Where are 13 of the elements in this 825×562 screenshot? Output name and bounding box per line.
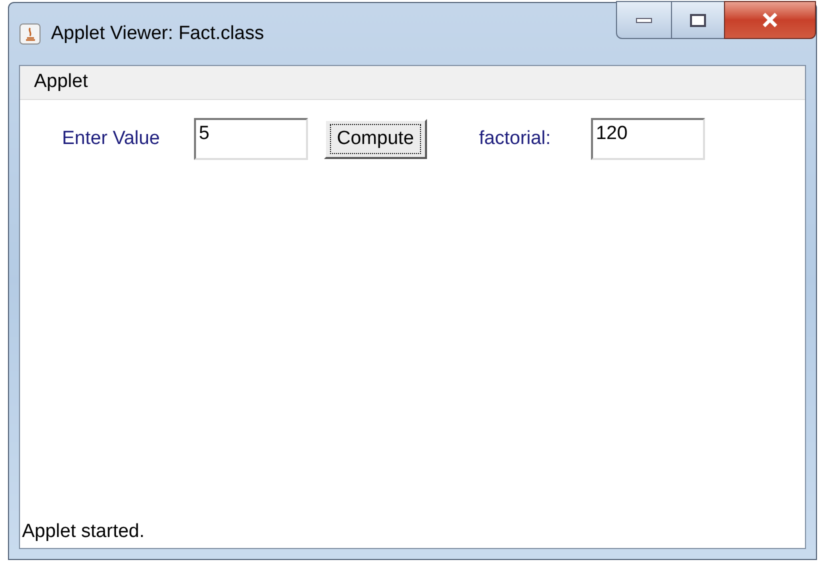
status-text: Applet started. [22,520,145,544]
close-icon [761,12,779,28]
minimize-button[interactable] [616,1,672,39]
window-title: Applet Viewer: Fact.class [51,22,264,46]
input-field[interactable]: 5 [194,118,308,160]
menu-item[interactable]: Applet [34,68,88,97]
input-label: Enter Value [62,126,160,151]
result-field[interactable]: 120 [590,118,705,160]
result-label: factorial: [479,126,551,151]
app-icon [19,23,41,45]
compute-button[interactable]: Compute [324,119,427,159]
close-button[interactable] [724,1,816,39]
maximize-button[interactable] [672,1,724,39]
